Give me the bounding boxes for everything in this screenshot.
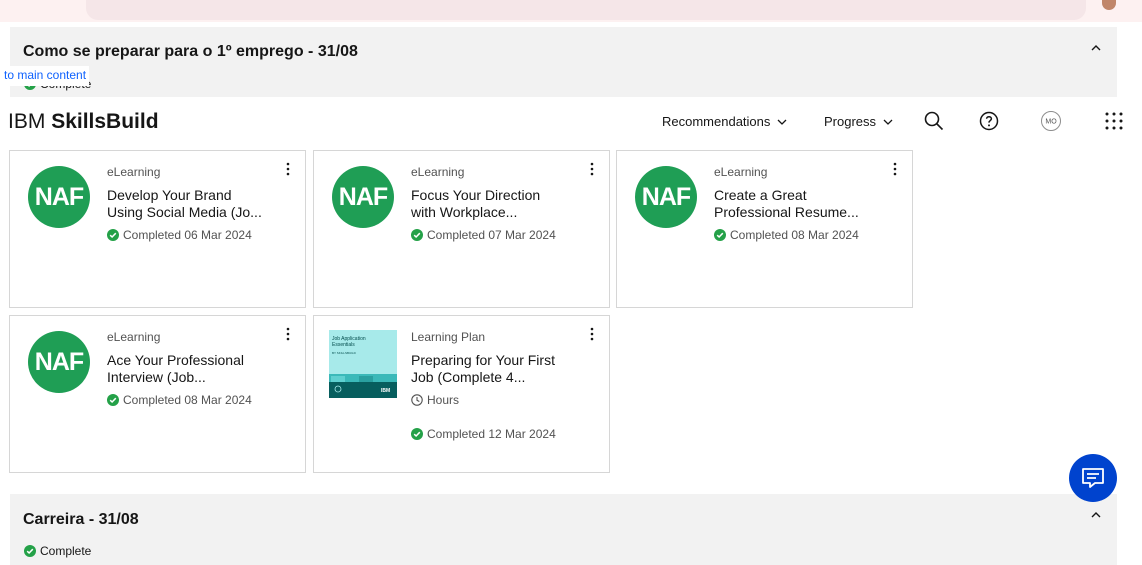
skip-to-main-content-link[interactable]: to main content [0, 66, 90, 86]
svg-text:NAF: NAF [642, 183, 691, 211]
help-icon[interactable] [978, 110, 1000, 132]
naf-logo: NAF [635, 166, 697, 228]
card-title[interactable]: Develop Your Brand Using Social Media (Jo… [107, 187, 287, 221]
avatar-initials: MO [1045, 119, 1057, 126]
card-title[interactable]: Preparing for Your First Job (Complete 4.… [411, 352, 591, 386]
naf-logo: NAF [332, 166, 394, 228]
checkmark-filled-icon [411, 428, 423, 440]
svg-text:IBM: IBM [381, 388, 390, 394]
chevron-up-icon[interactable] [1089, 41, 1103, 55]
chevron-up-icon[interactable] [1089, 508, 1103, 522]
checkmark-filled-icon [411, 229, 423, 241]
course-card[interactable]: NAF eLearning Create a Great Professional… [616, 150, 913, 308]
nav-progress-label: Progress [824, 114, 877, 129]
card-type: Learning Plan [411, 330, 486, 344]
chat-button[interactable] [1069, 454, 1117, 502]
chat-icon [1082, 468, 1104, 488]
overflow-menu-icon[interactable] [590, 162, 594, 176]
section-title: Como se preparar para o 1º emprego - 31/… [23, 43, 358, 60]
card-status: Completed 08 Mar 2024 [714, 228, 859, 242]
nav-progress[interactable]: Progress [824, 114, 894, 129]
search-icon[interactable] [923, 110, 945, 132]
section-first-job[interactable]: Como se preparar para o 1º emprego - 31/… [10, 27, 1117, 97]
svg-text:NAF: NAF [339, 183, 388, 211]
course-card[interactable]: NAF eLearning Focus Your Direction with W… [313, 150, 610, 308]
overflow-menu-icon[interactable] [590, 327, 594, 341]
card-title[interactable]: Focus Your Direction with Workplace... [411, 187, 591, 221]
section-status: Complete [24, 544, 91, 558]
card-status: Completed 06 Mar 2024 [107, 228, 252, 242]
site-header: IBM SkillsBuild Recommendations Progress… [0, 104, 1142, 144]
learning-plan-thumbnail: Job Application Essentials BY SKILLSBUIL… [329, 330, 397, 398]
card-duration: Hours [411, 393, 459, 407]
learning-plan-card[interactable]: Job Application Essentials BY SKILLSBUIL… [313, 315, 610, 473]
address-bar[interactable] [86, 0, 1086, 20]
checkmark-filled-icon [107, 394, 119, 406]
brand-bold: SkillsBuild [51, 110, 159, 133]
card-type: eLearning [411, 165, 465, 179]
chevron-down-icon [883, 119, 893, 125]
checkmark-filled-icon [24, 545, 36, 557]
naf-logo: NAF [28, 166, 90, 228]
section-title: Carreira - 31/08 [23, 511, 139, 528]
overflow-menu-icon[interactable] [286, 162, 290, 176]
section-status-label: Complete [40, 544, 92, 558]
browser-top-strip [0, 0, 1142, 22]
card-status: Completed 12 Mar 2024 [411, 427, 556, 441]
svg-text:NAF: NAF [35, 348, 84, 376]
chevron-down-icon [777, 119, 787, 125]
card-type: eLearning [107, 165, 161, 179]
card-title[interactable]: Ace Your Professional Interview (Job... [107, 352, 287, 386]
brand-logo[interactable]: IBM SkillsBuild [8, 110, 159, 134]
nav-recommendations[interactable]: Recommendations [662, 114, 788, 129]
course-card[interactable]: NAF eLearning Develop Your Brand Using So… [9, 150, 306, 308]
course-card[interactable]: NAF eLearning Ace Your Professional Inter… [9, 315, 306, 473]
overflow-menu-icon[interactable] [286, 327, 290, 341]
svg-text:Essentials: Essentials [332, 342, 355, 348]
checkmark-filled-icon [714, 229, 726, 241]
overflow-menu-icon[interactable] [893, 162, 897, 176]
svg-text:BY SKILLSBUILD: BY SKILLSBUILD [332, 351, 357, 355]
card-type: eLearning [714, 165, 768, 179]
naf-logo: NAF [28, 331, 90, 393]
svg-text:NAF: NAF [35, 183, 84, 211]
nav-recommendations-label: Recommendations [662, 114, 771, 129]
browser-profile-icon[interactable] [1102, 0, 1116, 10]
brand-light: IBM [8, 110, 46, 133]
card-type: eLearning [107, 330, 161, 344]
card-status: Completed 08 Mar 2024 [107, 393, 252, 407]
clock-icon [411, 394, 423, 406]
card-status: Completed 07 Mar 2024 [411, 228, 556, 242]
avatar[interactable]: MO [1040, 110, 1062, 132]
card-title[interactable]: Create a Great Professional Resume... [714, 187, 894, 221]
checkmark-filled-icon [107, 229, 119, 241]
section-career[interactable]: Carreira - 31/08 Complete [10, 494, 1117, 565]
app-switcher-icon[interactable] [1103, 110, 1125, 132]
